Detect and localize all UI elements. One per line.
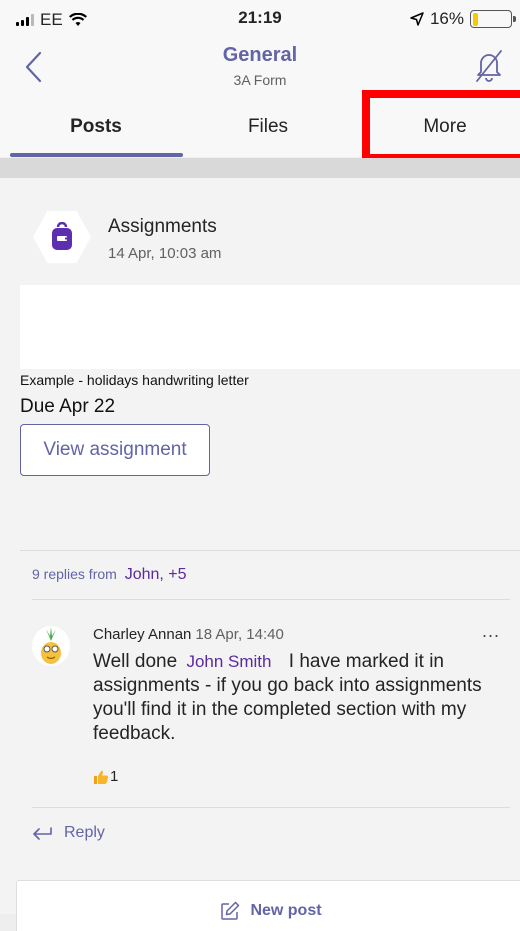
view-assignment-button[interactable]: View assignment: [20, 424, 210, 476]
tab-posts[interactable]: Posts: [40, 116, 152, 138]
assignment-due-date: Due Apr 22: [20, 396, 116, 417]
new-post-content: New post: [17, 901, 520, 921]
tab-more[interactable]: More: [385, 116, 505, 138]
reply-arrow-icon: [33, 827, 52, 840]
location-arrow-icon: [410, 12, 424, 26]
reply-text-start: Well done: [93, 651, 178, 672]
tab-files[interactable]: Files: [212, 116, 324, 138]
assignment-card-body: [20, 285, 520, 369]
replies-count-text: 9 replies from: [32, 566, 117, 582]
nav-bar: General 3A Form: [0, 36, 520, 92]
top-bar: EE 21:19 16% General 3A Form Posts Files…: [0, 0, 520, 162]
post-app-name: Assignments: [108, 216, 217, 237]
bell-off-icon[interactable]: [474, 48, 504, 82]
battery-fill: [472, 12, 479, 26]
replies-names: John, +5: [124, 566, 187, 583]
reply-button[interactable]: Reply: [32, 824, 105, 842]
avatar[interactable]: [32, 626, 70, 666]
battery-icon: [470, 10, 516, 28]
divider: [32, 599, 510, 600]
reply-message: Well done John Smith I have marked it in…: [93, 650, 515, 746]
replies-summary[interactable]: 9 replies from John, +5: [32, 566, 187, 584]
channel-title: General: [222, 44, 298, 66]
status-bar: EE 21:19 16%: [0, 0, 520, 36]
reply-author-line: Charley Annan 18 Apr, 14:40: [93, 626, 284, 643]
divider: [20, 550, 520, 551]
team-subtitle: 3A Form: [233, 72, 287, 88]
status-right: 16%: [410, 9, 516, 29]
new-post-button[interactable]: New post: [16, 880, 520, 931]
post-timestamp: 14 Apr, 10:03 am: [108, 245, 222, 262]
reaction-count: 1: [110, 768, 119, 785]
like-reaction[interactable]: 1: [93, 768, 118, 785]
previous-post-edge: [0, 158, 520, 178]
reply-label: Reply: [64, 824, 105, 841]
divider: [32, 807, 510, 808]
pineapple-avatar-icon: [41, 627, 61, 664]
battery-percent: 16%: [429, 9, 464, 28]
reply-time: 18 Apr, 14:40: [195, 626, 284, 643]
backpack-icon: [52, 222, 72, 250]
assignments-app-icon: [33, 210, 91, 264]
compose-icon: [221, 901, 240, 920]
post-card: Assignments 14 Apr, 10:03 am Example - h…: [0, 178, 520, 914]
more-options-icon[interactable]: ...: [482, 621, 500, 642]
channel-tabs: Posts Files More: [0, 100, 520, 158]
reply-author-name: Charley Annan: [93, 626, 192, 643]
new-post-label: New post: [250, 902, 322, 919]
active-tab-indicator: [10, 153, 183, 157]
assignment-title: Example - holidays handwriting letter: [20, 372, 249, 388]
mention-link[interactable]: John Smith: [186, 652, 271, 671]
thumbs-up-icon: [94, 770, 109, 784]
